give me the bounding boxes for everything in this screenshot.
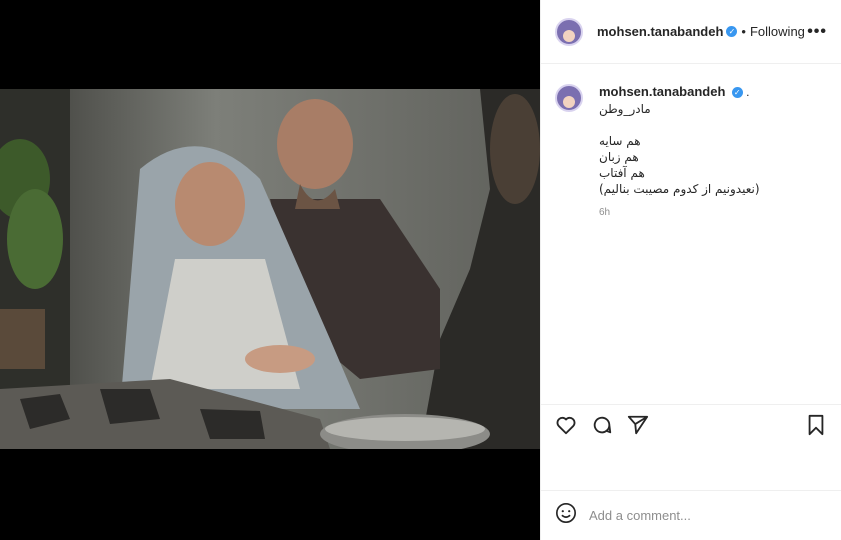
paper-plane-icon[interactable]: [625, 412, 651, 438]
avatar[interactable]: [555, 17, 583, 46]
caption-text: مادر_وطن هم سایه هم زبان هم آفتاب (نعیدو…: [599, 102, 760, 196]
post-caption: mohsen.tanabandeh ✓ . مادر_وطن هم سایه ه…: [541, 64, 841, 218]
following-button[interactable]: Following: [750, 24, 805, 39]
verified-badge-icon: ✓: [726, 26, 738, 37]
header-separator: •: [741, 24, 746, 39]
caption-body: mohsen.tanabandeh ✓ . مادر_وطن هم سایه ه…: [599, 84, 760, 218]
verified-badge-icon: ✓: [731, 87, 743, 99]
more-options-icon[interactable]: •••: [807, 23, 827, 41]
comment-input[interactable]: [589, 508, 809, 523]
photo-image: [0, 89, 540, 449]
post-actions: [541, 404, 841, 444]
post-timestamp[interactable]: 6h: [599, 207, 760, 218]
post-media: [0, 0, 540, 540]
post-side-panel: mohsen.tanabandeh ✓ • Following ••• mohs…: [540, 0, 841, 540]
comment-bar: [541, 490, 841, 540]
caption-username[interactable]: mohsen.tanabandeh: [599, 84, 725, 99]
caption-avatar[interactable]: [555, 84, 583, 112]
post-photo[interactable]: [0, 89, 540, 449]
bookmark-icon[interactable]: [803, 412, 829, 438]
heart-icon[interactable]: [553, 412, 579, 438]
post-header: mohsen.tanabandeh ✓ • Following •••: [541, 0, 841, 64]
smiley-icon[interactable]: [555, 502, 577, 529]
caption-suffix: .: [746, 85, 750, 99]
comment-icon[interactable]: [589, 412, 615, 438]
instagram-post: mohsen.tanabandeh ✓ • Following ••• mohs…: [0, 0, 841, 540]
header-username[interactable]: mohsen.tanabandeh: [597, 24, 723, 39]
